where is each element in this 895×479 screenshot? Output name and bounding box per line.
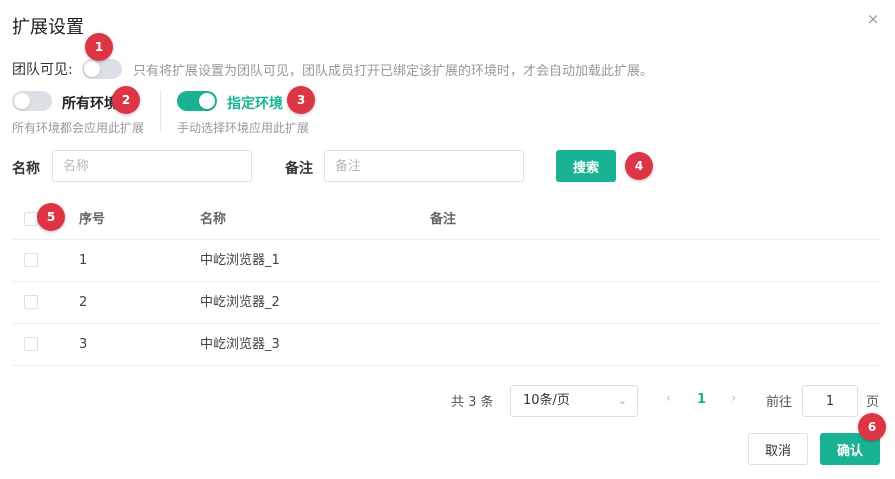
- name-filter-input[interactable]: [52, 150, 252, 182]
- search-button[interactable]: 搜索: [556, 150, 616, 182]
- goto-page-input[interactable]: [802, 385, 858, 417]
- dialog-title: 扩展设置: [12, 17, 84, 38]
- environment-table: 序号 名称 备注 1 中屹浏览器_1 2 中屹浏览器_2 3 中屹浏览器_3: [12, 199, 880, 366]
- row-name: 中屹浏览器_2: [200, 295, 280, 310]
- annotation-badge: 5: [37, 203, 65, 231]
- row-name: 中屹浏览器_3: [200, 337, 280, 352]
- all-environments-desc: 所有环境都会应用此扩展: [12, 121, 145, 135]
- cancel-button[interactable]: 取消: [748, 433, 808, 465]
- annotation-badge: 4: [625, 152, 653, 180]
- remark-filter-input[interactable]: [324, 150, 524, 182]
- prev-page-icon[interactable]: ‹: [666, 391, 671, 406]
- table-row[interactable]: 1 中屹浏览器_1: [12, 240, 880, 282]
- goto-label: 前往: [766, 395, 793, 410]
- specific-environments-switch[interactable]: [177, 91, 217, 111]
- divider: [160, 90, 161, 132]
- team-visible-hint: 只有将扩展设置为团队可见，团队成员打开已绑定该扩展的环境时，才会自动加载此扩展。: [133, 64, 654, 79]
- switch-knob: [14, 93, 30, 109]
- chevron-down-icon: ⌄: [617, 394, 627, 407]
- current-page[interactable]: 1: [697, 392, 706, 407]
- specific-environments-label: 指定环境: [227, 96, 283, 112]
- specific-environments-desc: 手动选择环境应用此扩展: [177, 121, 310, 135]
- annotation-badge: 3: [287, 86, 315, 114]
- row-index: 1: [79, 253, 88, 268]
- pagination-total: 共 3 条: [451, 395, 494, 410]
- select-all-checkbox[interactable]: [24, 212, 38, 226]
- switch-knob: [84, 61, 100, 77]
- page-unit-label: 页: [866, 395, 880, 410]
- team-visible-label: 团队可见:: [12, 62, 73, 78]
- annotation-badge: 6: [858, 413, 886, 441]
- team-visible-switch[interactable]: [82, 59, 122, 79]
- row-index: 2: [79, 295, 88, 310]
- row-checkbox[interactable]: [24, 253, 38, 267]
- all-environments-label: 所有环境: [62, 96, 118, 112]
- row-index: 3: [79, 337, 88, 352]
- table-row[interactable]: 3 中屹浏览器_3: [12, 324, 880, 366]
- page-size-value: 10条/页: [523, 393, 570, 408]
- switch-knob: [199, 93, 215, 109]
- column-header-index: 序号: [79, 212, 106, 227]
- next-page-icon[interactable]: ›: [731, 391, 736, 406]
- close-icon[interactable]: ×: [862, 8, 884, 30]
- table-header: 序号 名称 备注: [12, 199, 880, 240]
- remark-filter-label: 备注: [285, 161, 313, 177]
- row-checkbox[interactable]: [24, 295, 38, 309]
- row-checkbox[interactable]: [24, 337, 38, 351]
- table-row[interactable]: 2 中屹浏览器_2: [12, 282, 880, 324]
- name-filter-label: 名称: [12, 161, 40, 177]
- column-header-name: 名称: [200, 212, 227, 227]
- page-size-select[interactable]: 10条/页 ⌄: [510, 385, 638, 417]
- all-environments-switch[interactable]: [12, 91, 52, 111]
- annotation-badge: 1: [85, 33, 113, 61]
- row-name: 中屹浏览器_1: [200, 253, 280, 268]
- annotation-badge: 2: [112, 86, 140, 114]
- column-header-remark: 备注: [430, 212, 457, 227]
